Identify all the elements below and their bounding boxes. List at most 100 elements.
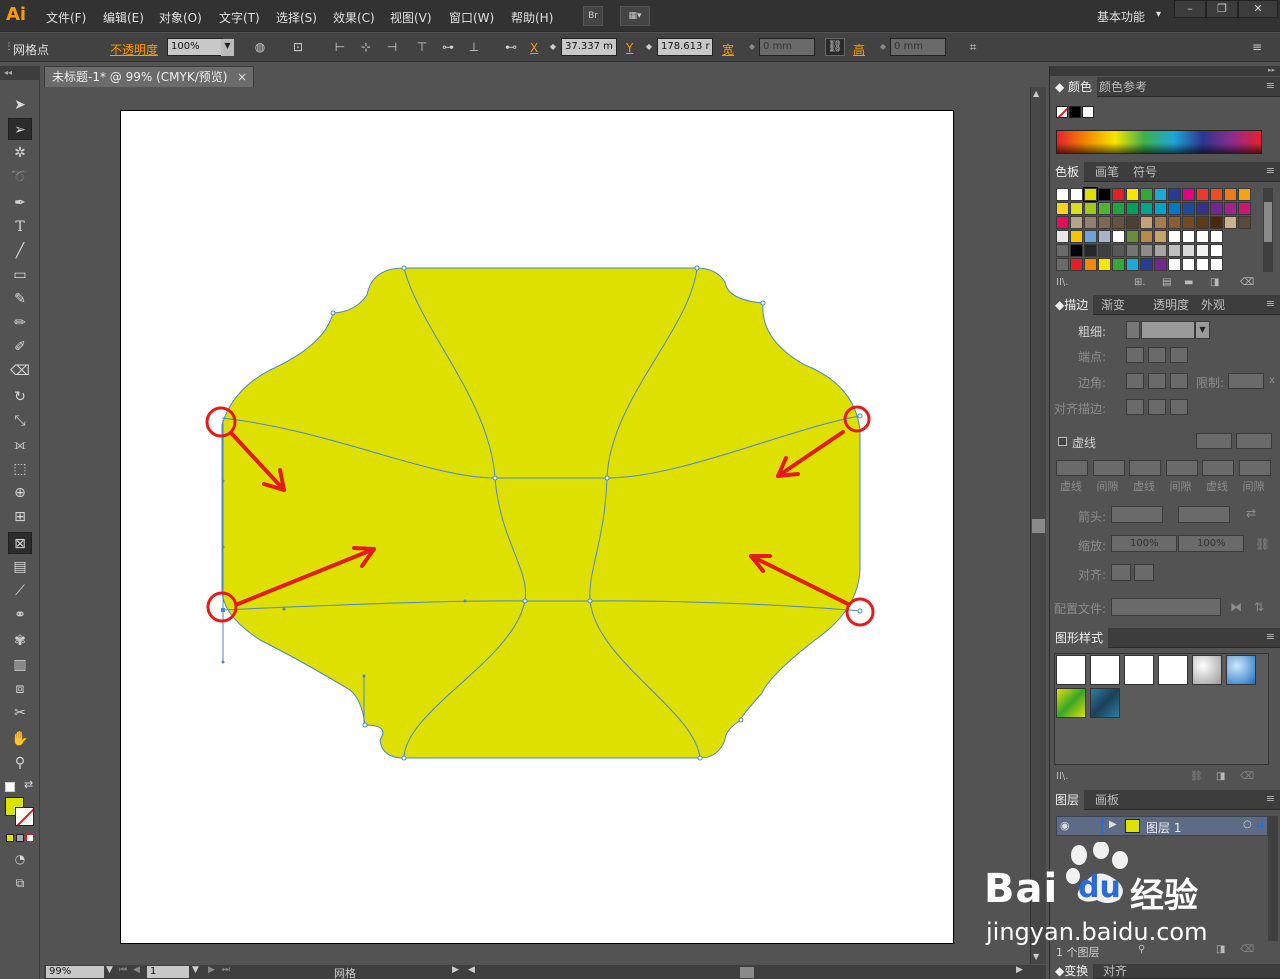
color-swatch[interactable] bbox=[1196, 216, 1209, 229]
color-swatch[interactable] bbox=[1224, 202, 1237, 215]
color-swatch[interactable] bbox=[1210, 230, 1223, 243]
anchor-point[interactable] bbox=[760, 300, 766, 306]
preserve-dash-icon[interactable] bbox=[1196, 433, 1232, 449]
color-swatch[interactable] bbox=[1126, 216, 1139, 229]
color-swatch[interactable] bbox=[1154, 258, 1167, 271]
style-pattern-green[interactable] bbox=[1056, 688, 1086, 718]
color-swatch[interactable] bbox=[1210, 244, 1223, 257]
handle-point[interactable] bbox=[221, 479, 225, 483]
swap-arrowheads-icon[interactable]: ⇄ bbox=[1246, 506, 1256, 520]
color-swatch[interactable] bbox=[1084, 258, 1097, 271]
prev-artboard-icon[interactable]: ◀ bbox=[133, 965, 140, 975]
delete-layer-icon[interactable]: ⌫ bbox=[1240, 944, 1254, 955]
anchor-point[interactable] bbox=[738, 717, 744, 723]
tab-gradient[interactable]: 渐变 bbox=[1096, 295, 1130, 315]
color-swatch[interactable] bbox=[1070, 258, 1083, 271]
style-shapes[interactable] bbox=[1158, 655, 1188, 685]
color-swatch[interactable] bbox=[1154, 230, 1167, 243]
new-layer-icon[interactable]: ◨ bbox=[1216, 944, 1225, 955]
artboard-dropdown-icon[interactable]: ▼ bbox=[192, 965, 199, 975]
zoom-dropdown-icon[interactable]: ▼ bbox=[106, 965, 113, 975]
tab-brushes[interactable]: 画笔 bbox=[1090, 162, 1124, 182]
color-swatch[interactable] bbox=[1070, 216, 1083, 229]
black-swatch[interactable] bbox=[1069, 106, 1081, 118]
arrow-align-extend-icon[interactable] bbox=[1111, 564, 1131, 581]
tab-transparency[interactable]: 透明度 bbox=[1148, 295, 1194, 315]
selected-anchor[interactable] bbox=[221, 608, 225, 612]
mesh-shape[interactable] bbox=[221, 267, 861, 759]
tab-align[interactable]: 对齐 bbox=[1098, 964, 1132, 979]
color-swatch[interactable] bbox=[1196, 188, 1209, 201]
styles-library-icon[interactable]: II\. bbox=[1056, 771, 1068, 782]
white-swatch[interactable] bbox=[1082, 106, 1094, 118]
tab-color[interactable]: ◆ 颜色 bbox=[1050, 77, 1098, 97]
color-swatch[interactable] bbox=[1098, 230, 1111, 243]
handle-point[interactable] bbox=[362, 674, 366, 678]
stroke-weight-dropdown[interactable]: ▼ bbox=[1195, 321, 1210, 339]
start-arrowhead-select[interactable] bbox=[1111, 506, 1163, 523]
color-swatch[interactable] bbox=[1098, 244, 1111, 257]
stroke-weight-field[interactable] bbox=[1141, 321, 1195, 339]
anchor-point[interactable] bbox=[401, 755, 407, 761]
color-swatch[interactable] bbox=[1056, 188, 1069, 201]
link-scale-icon[interactable]: ⛓ bbox=[1255, 537, 1270, 551]
butt-cap-icon[interactable] bbox=[1126, 347, 1144, 363]
color-swatch[interactable] bbox=[1140, 244, 1153, 257]
color-swatch[interactable] bbox=[1098, 188, 1111, 201]
last-artboard-icon[interactable]: ⏭ bbox=[222, 965, 230, 975]
color-swatch[interactable] bbox=[1224, 188, 1237, 201]
color-swatch[interactable] bbox=[1182, 244, 1195, 257]
anchor-point[interactable] bbox=[330, 310, 336, 316]
color-swatch[interactable] bbox=[1140, 258, 1153, 271]
new-swatch-icon[interactable]: ◨ bbox=[1210, 277, 1219, 288]
color-swatch[interactable] bbox=[1056, 230, 1069, 243]
color-swatch[interactable] bbox=[1056, 216, 1069, 229]
stroke-weight-stepper[interactable] bbox=[1126, 321, 1140, 339]
start-scale-field[interactable]: 100% bbox=[1111, 535, 1177, 552]
color-swatch[interactable] bbox=[1210, 188, 1223, 201]
anchor-point[interactable] bbox=[587, 598, 593, 604]
tab-transform[interactable]: ◆变换 bbox=[1050, 964, 1094, 979]
flip-across-icon[interactable]: ⇅ bbox=[1254, 600, 1264, 614]
dash-field[interactable] bbox=[1129, 460, 1161, 476]
tab-swatches[interactable]: 色板 bbox=[1050, 162, 1085, 182]
new-color-group-icon[interactable]: ▬ bbox=[1184, 277, 1193, 288]
color-swatch[interactable] bbox=[1238, 188, 1251, 201]
end-scale-field[interactable]: 100% bbox=[1178, 535, 1244, 552]
tab-layers[interactable]: 图层 bbox=[1050, 790, 1085, 810]
color-swatch[interactable] bbox=[1126, 244, 1139, 257]
tab-graphic-styles[interactable]: 图形样式 bbox=[1050, 628, 1109, 648]
color-swatch[interactable] bbox=[1112, 216, 1125, 229]
swatch-library-icon[interactable]: II\. bbox=[1056, 277, 1068, 288]
round-join-icon[interactable] bbox=[1148, 373, 1166, 389]
color-swatch[interactable] bbox=[1070, 188, 1083, 201]
new-style-icon[interactable]: ◨ bbox=[1216, 771, 1225, 782]
color-swatch[interactable] bbox=[1154, 188, 1167, 201]
color-swatch[interactable] bbox=[1168, 244, 1181, 257]
color-swatch[interactable] bbox=[1154, 244, 1167, 257]
color-swatch[interactable] bbox=[1112, 188, 1125, 201]
align-center-stroke-icon[interactable] bbox=[1126, 399, 1144, 415]
layer-name[interactable]: 图层 1 bbox=[1146, 819, 1181, 836]
color-swatch[interactable] bbox=[1126, 188, 1139, 201]
align-inside-stroke-icon[interactable] bbox=[1148, 399, 1166, 415]
color-swatch[interactable] bbox=[1196, 230, 1209, 243]
color-swatch[interactable] bbox=[1140, 216, 1153, 229]
vertical-scrollbar[interactable]: ▲ ▼ bbox=[1030, 87, 1046, 964]
handle-point[interactable] bbox=[221, 545, 225, 549]
color-swatch[interactable] bbox=[1126, 230, 1139, 243]
dashed-line-checkbox[interactable] bbox=[1058, 437, 1067, 446]
dock-collapse-icon[interactable]: ▸▸ bbox=[1050, 66, 1280, 76]
delete-style-icon[interactable]: ⌫ bbox=[1240, 771, 1254, 782]
color-swatch[interactable] bbox=[1084, 230, 1097, 243]
color-swatch[interactable] bbox=[1070, 202, 1083, 215]
color-group-folder-icon[interactable] bbox=[1056, 244, 1069, 257]
color-swatch[interactable] bbox=[1098, 258, 1111, 271]
color-swatch[interactable] bbox=[1182, 202, 1195, 215]
color-swatch[interactable] bbox=[1084, 244, 1097, 257]
gap-field[interactable] bbox=[1238, 460, 1271, 476]
layers-scrollbar[interactable] bbox=[1268, 816, 1278, 941]
color-swatch[interactable] bbox=[1070, 244, 1083, 257]
artboard-number-field[interactable]: 1 bbox=[147, 966, 189, 978]
color-swatch[interactable] bbox=[1238, 216, 1251, 229]
